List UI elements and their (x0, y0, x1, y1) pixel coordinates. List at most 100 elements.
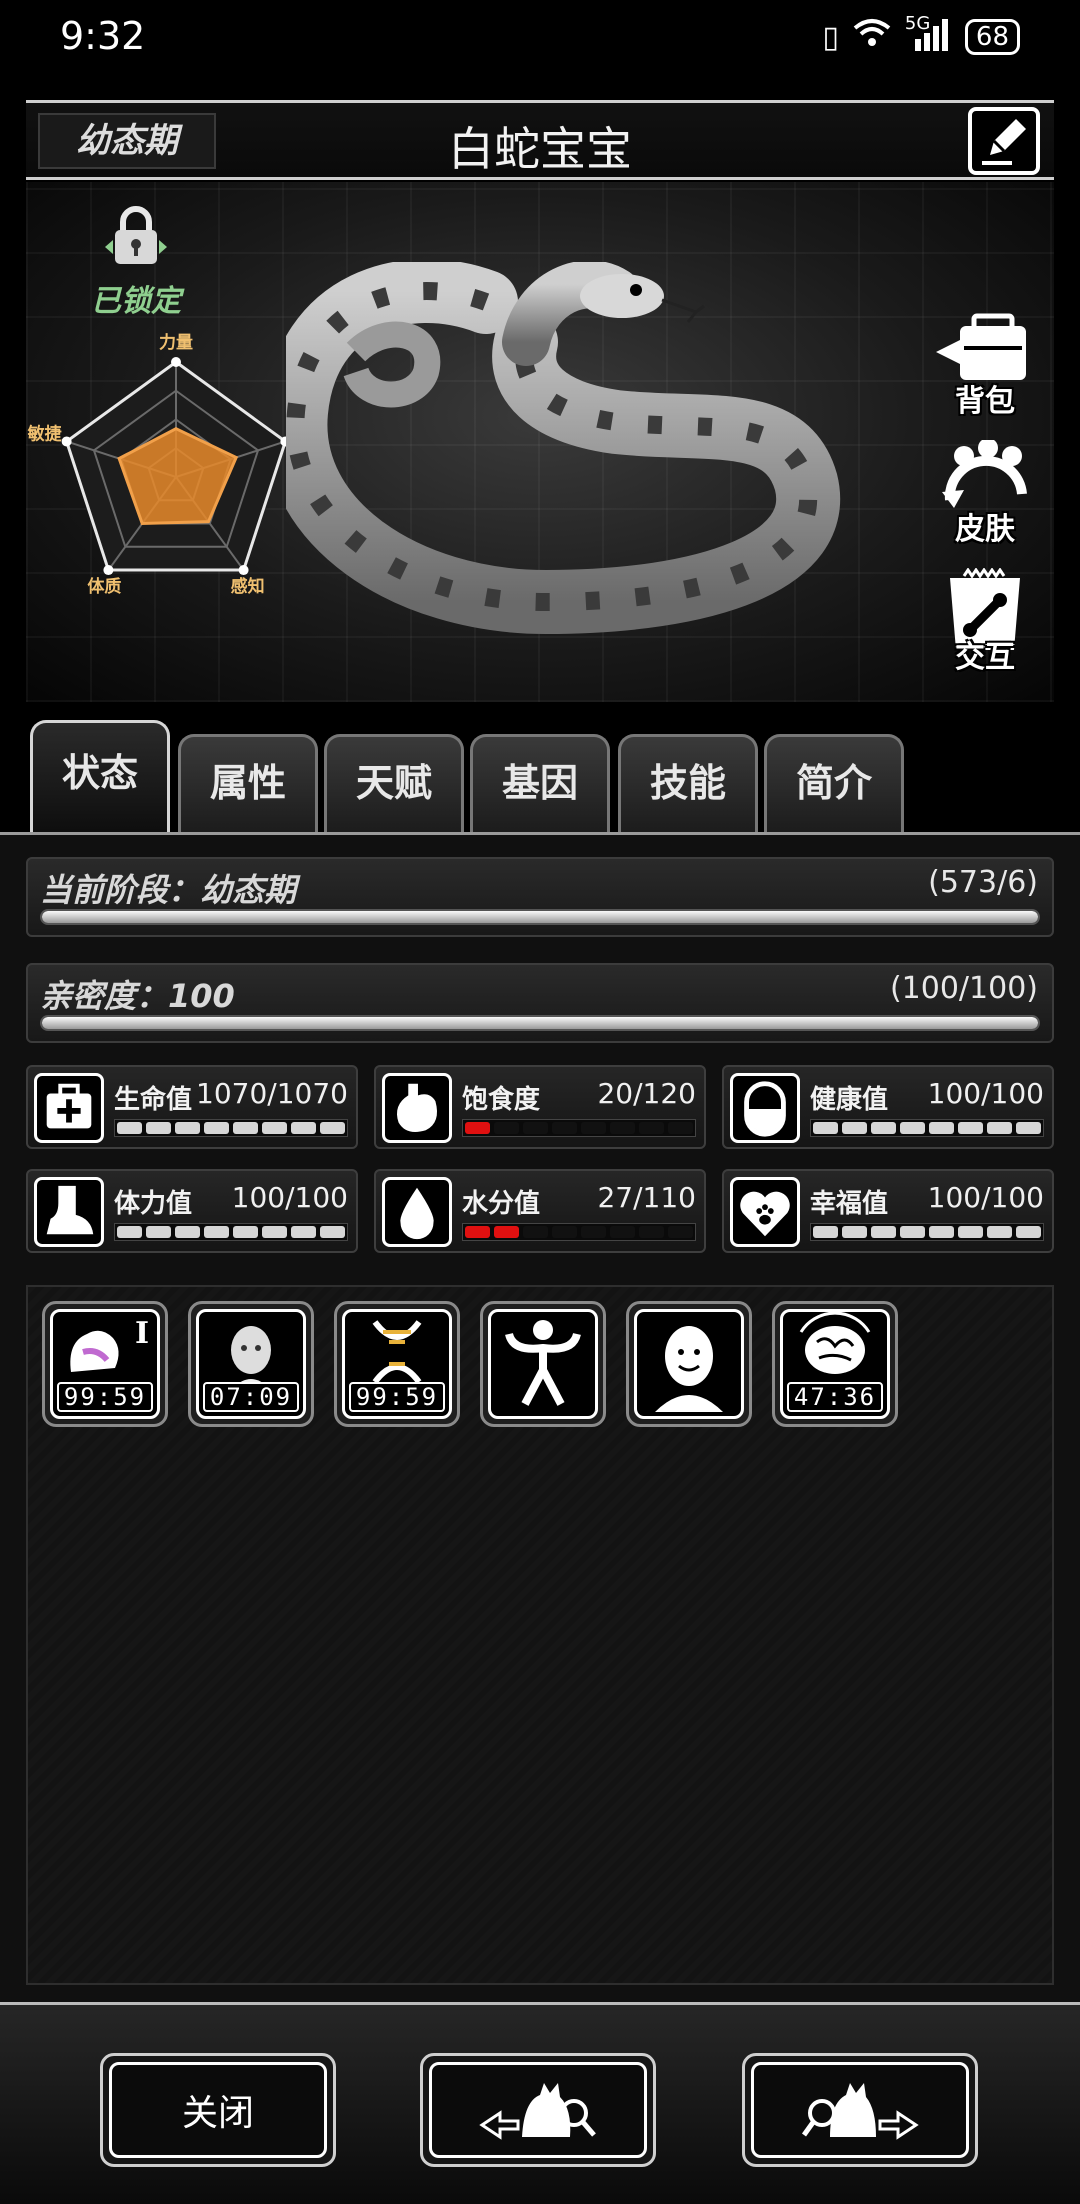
tab-genes[interactable]: 基因 (470, 734, 610, 832)
tab-intro[interactable]: 简介 (764, 734, 904, 832)
buff-timer: 99:59 (57, 1382, 153, 1412)
stat-bar-segment (668, 1122, 693, 1134)
interact-button[interactable]: 交互 (930, 567, 1040, 678)
edit-name-button[interactable] (968, 107, 1040, 175)
attribute-radar-chart: 力量智力感知体质敏捷 (27, 332, 325, 597)
tab-attributes[interactable]: 属性 (178, 734, 318, 832)
stat-happiness: 幸福值 100/100 (722, 1169, 1054, 1253)
buff-icon-frame: 07:09 (196, 1309, 306, 1419)
buff-slot[interactable]: 07:09 (188, 1301, 314, 1427)
status-panel: 当前阶段：幼态期 (573/6) 亲密度：100 (100/100) 生命值 10… (0, 832, 1080, 2002)
stat-bar-segment (552, 1122, 577, 1134)
stat-bar-segment (291, 1226, 316, 1238)
tab-talent[interactable]: 天赋 (324, 734, 464, 832)
buff-icon-frame (634, 1309, 744, 1419)
pet-header: 幼态期 白蛇宝宝 (26, 100, 1054, 180)
radar-label: 力量 (159, 332, 193, 353)
stat-bar-segment (668, 1226, 693, 1238)
signal-icon: 5G (905, 13, 951, 56)
stat-icon-frame (382, 1073, 452, 1143)
stat-icon-frame (34, 1177, 104, 1247)
stat-bar-segment (552, 1226, 577, 1238)
stat-bar-segment (175, 1226, 200, 1238)
person-flex-icon (505, 1320, 581, 1406)
stat-value: 1070/1070 (196, 1077, 348, 1110)
buff-level-mark: I (134, 1316, 149, 1351)
buff-timer: 07:09 (203, 1382, 299, 1412)
stomach-icon (396, 1083, 438, 1133)
buff-icon-frame: 47:36 (780, 1309, 890, 1419)
buff-slot[interactable]: I 99:59 (42, 1301, 168, 1427)
stat-bar (114, 1119, 348, 1137)
tab-skills[interactable]: 技能 (618, 734, 758, 832)
stat-health: 健康值 100/100 (722, 1065, 1054, 1149)
smiley-head-icon (655, 1326, 723, 1412)
stat-bar-segment (233, 1226, 258, 1238)
capsule-icon (744, 1081, 786, 1137)
foot-icon (46, 1185, 94, 1235)
stat-bar-segment (581, 1122, 606, 1134)
stat-bar-segment (958, 1122, 983, 1134)
stat-bar-segment (117, 1226, 142, 1238)
buff-slot[interactable] (626, 1301, 752, 1427)
stat-label: 体力值 (114, 1189, 193, 1219)
backpack-label: 背包 (955, 384, 1015, 419)
stat-label: 水分值 (462, 1189, 541, 1219)
stat-value: 27/110 (597, 1181, 696, 1214)
lock-label: 已锁定 (91, 284, 181, 319)
stat-bar (462, 1223, 696, 1241)
stat-bar-segment (813, 1226, 838, 1238)
stat-bar (114, 1223, 348, 1241)
stat-bar-segment (871, 1122, 896, 1134)
previous-pet-button[interactable] (420, 2053, 656, 2167)
pet-name[interactable]: 白蛇宝宝 (26, 113, 1054, 179)
stat-bar-segment (233, 1122, 258, 1134)
first-aid-icon (46, 1083, 92, 1129)
stat-bar-segment (523, 1122, 548, 1134)
close-label: 关闭 (181, 2093, 254, 2134)
stat-icon-frame (34, 1073, 104, 1143)
stat-hp: 生命值 1070/1070 (26, 1065, 358, 1149)
clock: 9:32 (60, 14, 146, 58)
stat-stamina: 体力值 100/100 (26, 1169, 358, 1253)
stat-bar-segment (958, 1226, 983, 1238)
stat-label: 幸福值 (810, 1189, 889, 1219)
stat-bar-segment (610, 1122, 635, 1134)
stat-bar-segment (465, 1226, 490, 1238)
stat-value: 100/100 (927, 1181, 1044, 1214)
pet-scene: 已锁定 力量 智力 感知 体质 敏捷 背包 皮肤 交互 (26, 182, 1054, 702)
skin-label: 皮肤 (955, 512, 1015, 547)
radar-vertex-dot (61, 436, 72, 447)
stat-bar-segment (146, 1122, 171, 1134)
stage-progress-value: (573/6) (928, 865, 1038, 900)
stage-progress-track (40, 909, 1040, 925)
stat-label: 生命值 (114, 1085, 193, 1115)
pet-next-icon (801, 2083, 919, 2140)
backpack-button[interactable]: 背包 (930, 312, 1040, 422)
status-bar: 9:32 ▯ 5G 68 (0, 0, 1080, 80)
skin-button[interactable]: 皮肤 (930, 438, 1040, 550)
radar-label: 感知 (231, 576, 265, 597)
next-pet-button[interactable] (742, 2053, 978, 2167)
buff-slot[interactable]: 99:59 (334, 1301, 460, 1427)
buff-slot[interactable] (480, 1301, 606, 1427)
stat-bar-segment (987, 1226, 1012, 1238)
tab-bar: 状态 属性 天赋 基因 技能 简介 (30, 720, 1058, 832)
stat-bar-segment (842, 1122, 867, 1134)
buff-icon-frame: I 99:59 (50, 1309, 160, 1419)
buff-slot[interactable]: 47:36 (772, 1301, 898, 1427)
stat-hydration: 水分值 27/110 (374, 1169, 706, 1253)
stat-icon-frame (730, 1177, 800, 1247)
stat-bar-segment (871, 1226, 896, 1238)
close-button[interactable]: 关闭 (100, 2053, 336, 2167)
stat-bar-segment (117, 1122, 142, 1134)
white-snake-pet (286, 262, 840, 635)
bottom-bar: 关闭 (0, 2002, 1080, 2204)
lock-toggle[interactable]: 已锁定 (66, 202, 206, 320)
stat-bar-segment (494, 1226, 519, 1238)
stat-bar-segment (262, 1226, 287, 1238)
battery-indicator: 68 (964, 19, 1020, 55)
stat-value: 20/120 (597, 1077, 696, 1110)
stat-bar (462, 1119, 696, 1137)
tab-status[interactable]: 状态 (30, 720, 170, 832)
